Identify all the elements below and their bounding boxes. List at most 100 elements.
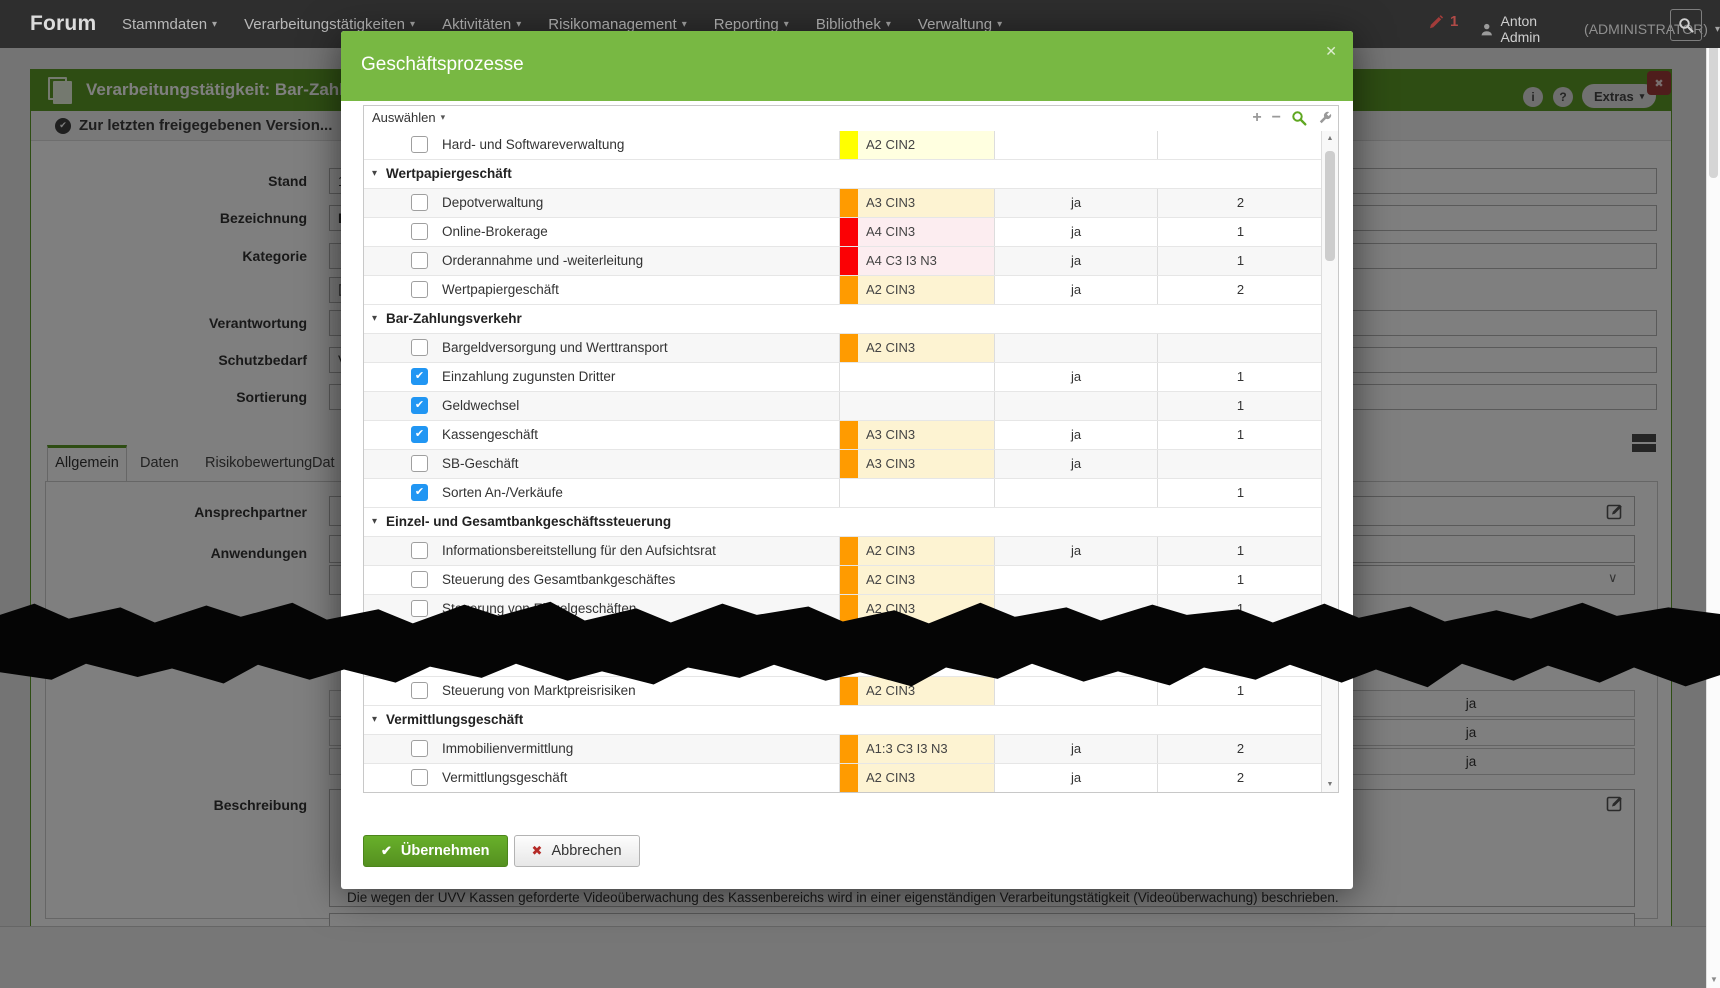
process-table-rows: Hard- und Softwareverwaltung A2 CIN2 ▾ Wert… [364,131,1321,792]
row-checkbox[interactable] [411,223,428,240]
process-row[interactable]: DepotverwaltungA3 CIN3ja2 [364,189,1321,218]
process-row[interactable]: Steuerung des GesamtbankgeschäftesA2 CIN… [364,566,1321,595]
process-row[interactable]: SB-GeschäftA3 CIN3ja [364,450,1321,479]
row-checkbox-checked[interactable]: ✔ [411,368,428,385]
caret-down-icon: ▾ [1715,24,1720,35]
row-checkbox[interactable] [411,194,428,211]
scroll-down-icon[interactable]: ▼ [1322,781,1338,788]
collapse-all-icon[interactable]: − [1272,109,1281,127]
modal-header: Geschäftsprozesse ✕ [341,31,1353,101]
row-checkbox[interactable] [411,136,428,153]
ja-cell [994,566,1157,594]
risk-cell: A3 CIN3 [839,421,994,449]
risk-color-bar [840,450,858,478]
process-label: Orderannahme und -weiterleitung [442,247,643,275]
process-row[interactable]: Bargeldversorgung und Werttransport A2 CI… [364,334,1321,363]
check-icon: ✔ [381,843,392,859]
scroll-down-icon[interactable]: ▼ [1707,975,1720,984]
group-label: Wertpapiergeschäft [386,160,512,188]
process-label: Geldwechsel [442,392,519,420]
settings-wrench-icon[interactable] [1317,111,1332,126]
app-logo[interactable]: Forum [30,12,96,36]
row-checkbox-checked[interactable]: ✔ [411,484,428,501]
process-label: Wertpapiergeschäft [442,276,559,304]
menu-verwaltung[interactable]: Verwaltung▾ [918,16,1002,33]
table-toolbar: Auswählen ▾ + − [364,106,1338,132]
uebernehmen-button[interactable]: ✔ Übernehmen [363,835,508,867]
group-row[interactable]: ▾ Wertpapiergeschäft [364,160,1321,189]
process-row[interactable]: Orderannahme und -weiterleitungA4 C3 I3 … [364,247,1321,276]
process-row[interactable]: ✔Einzahlung zugunsten Dritterja1 [364,363,1321,392]
menu-aktivitaeten[interactable]: Aktivitäten▾ [442,16,521,33]
risk-color-bar [840,677,858,705]
row-checkbox[interactable] [411,682,428,699]
geschaeftsprozesse-modal: Geschäftsprozesse ✕ Auswählen ▾ + − Hard… [341,31,1353,889]
process-table: Auswählen ▾ + − Hard- und Softwareverwal… [363,105,1339,793]
row-checkbox[interactable] [411,600,428,617]
edit-count-badge: 1 [1450,13,1458,30]
risk-color-bar [840,334,858,362]
auswaehlen-dropdown[interactable]: Auswählen ▾ [372,110,445,125]
group-row[interactable]: ▾Bar-Zahlungsverkehr [364,305,1321,334]
process-row[interactable]: ImmobilienvermittlungA1:3 C3 I3 N3ja2 [364,735,1321,764]
menu-reporting[interactable]: Reporting▾ [714,16,789,33]
risk-color-bar [840,566,858,594]
risk-cell: A2 CIN3 [839,537,994,565]
row-checkbox[interactable] [411,252,428,269]
modal-close-icon[interactable]: ✕ [1325,43,1337,60]
risk-cell: A2 CIN3 [839,764,994,792]
row-checkbox[interactable] [411,281,428,298]
ja-cell: ja [994,218,1157,246]
ja-cell [994,392,1157,420]
pencil-icon [1428,14,1444,30]
process-row[interactable]: VermittlungsgeschäftA2 CIN3ja2 [364,764,1321,792]
ja-cell: ja [994,189,1157,217]
logo-text-forum: Forum [30,12,96,35]
count-cell: 1 [1157,363,1321,391]
search-button[interactable] [1670,9,1702,41]
menu-verarbeitungstaetigkeiten[interactable]: Verarbeitungstätigkeiten▾ [244,16,415,33]
process-label: Bargeldversorgung und Werttransport [442,334,668,362]
risk-rating: A2 CIN2 [866,131,915,159]
group-row[interactable]: ▾Einzel- und Gesamtbankgeschäftssteuerun… [364,508,1321,537]
process-label: Hard- und Softwareverwaltung [442,131,624,159]
row-checkbox[interactable] [411,571,428,588]
process-row[interactable]: Informationsbereitstellung für den Aufsi… [364,537,1321,566]
expand-all-icon[interactable]: + [1252,109,1261,127]
process-row[interactable]: ✔Sorten An-/Verkäufe1 [364,479,1321,508]
edit-lock-indicator[interactable]: 1 [1428,13,1458,30]
row-checkbox-checked[interactable]: ✔ [411,397,428,414]
menu-risikomanagement[interactable]: Risikomanagement▾ [548,16,686,33]
table-scrollbar[interactable]: ▲ ▼ [1321,131,1338,792]
ja-cell [994,479,1157,507]
row-checkbox[interactable] [411,455,428,472]
process-row[interactable]: ✔KassengeschäftA3 CIN3ja1 [364,421,1321,450]
process-row[interactable]: ✔Geldwechsel1 [364,392,1321,421]
process-row[interactable]: Hard- und Softwareverwaltung A2 CIN2 [364,131,1321,160]
row-checkbox[interactable] [411,542,428,559]
table-search-icon[interactable] [1291,110,1307,126]
row-checkbox[interactable] [411,740,428,757]
risk-color-bar [840,218,858,246]
caret-down-icon: ▾ [516,19,521,30]
process-label: Online-Brokerage [442,218,548,246]
ja-cell: ja [994,363,1157,391]
process-row[interactable]: WertpapiergeschäftA2 CIN3ja2 [364,276,1321,305]
risk-color-bar [840,131,858,159]
row-checkbox[interactable] [411,339,428,356]
modal-abbrechen-button[interactable]: ✖ Abbrechen [514,835,640,867]
process-row[interactable]: Steuerung von MarktpreisrisikenA2 CIN31 [364,677,1321,706]
risk-cell: A2 CIN3 [839,334,994,362]
row-checkbox[interactable] [411,769,428,786]
collapse-caret-icon: ▾ [372,160,377,188]
menu-bibliothek[interactable]: Bibliothek▾ [816,16,891,33]
process-row[interactable]: Online-BrokerageA4 CIN3ja1 [364,218,1321,247]
scrollbar-thumb[interactable] [1325,151,1335,261]
risk-rating: A2 CIN3 [866,537,915,565]
menu-stammdaten[interactable]: Stammdaten▾ [122,16,217,33]
scroll-up-icon[interactable]: ▲ [1322,135,1338,142]
collapse-caret-icon: ▾ [372,706,377,734]
page-scrollbar[interactable]: ▲ ▼ [1706,0,1720,988]
row-checkbox-checked[interactable]: ✔ [411,426,428,443]
group-row[interactable]: ▾Vermittlungsgeschäft [364,706,1321,735]
